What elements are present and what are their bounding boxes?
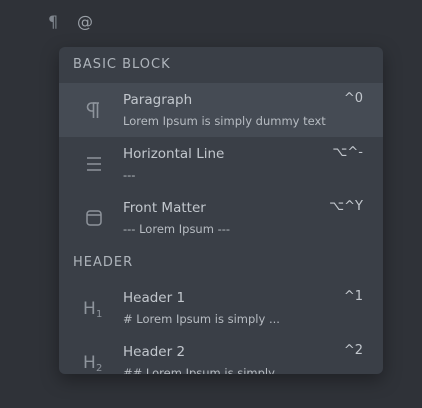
header-2-icon: H 2 bbox=[81, 345, 107, 374]
svg-text:2: 2 bbox=[96, 363, 102, 373]
menu-item-title: Paragraph bbox=[123, 92, 193, 108]
header-1-icon: H 1 bbox=[81, 291, 107, 325]
menu-item-shortcut: ^1 bbox=[343, 289, 363, 304]
menu-item-title: Front Matter bbox=[123, 200, 206, 216]
menu-item-description: # Lorem Ipsum is simply ... bbox=[123, 312, 280, 326]
svg-text:H: H bbox=[83, 299, 96, 319]
menu-item-title: Header 1 bbox=[123, 290, 186, 306]
menu-item-title: Horizontal Line bbox=[123, 146, 225, 162]
menu-item-shortcut: ^0 bbox=[343, 91, 363, 106]
menu-item-description: --- bbox=[123, 168, 136, 182]
menu-item-shortcut: ^2 bbox=[343, 343, 363, 358]
menu-item-shortcut: ⌥^- bbox=[332, 145, 363, 160]
svg-text:H: H bbox=[83, 353, 96, 373]
paragraph-toolbar-icon[interactable]: ¶ bbox=[48, 12, 58, 32]
menu-item-description: Lorem Ipsum is simply dummy text bbox=[123, 114, 326, 128]
front-matter-icon bbox=[81, 201, 107, 235]
block-menu-popup: BASIC BLOCK Paragraph Lorem Ipsum is sim… bbox=[59, 47, 383, 374]
menu-item-title: Header 2 bbox=[123, 344, 186, 360]
mention-toolbar-icon[interactable]: @ bbox=[77, 12, 93, 32]
section-title-basic-block: BASIC BLOCK bbox=[73, 57, 171, 72]
menu-item-description: ## Lorem Ipsum is simply ... bbox=[123, 366, 290, 374]
section-title-header: HEADER bbox=[73, 255, 134, 270]
svg-text:1: 1 bbox=[96, 309, 102, 319]
menu-item-front-matter[interactable]: Front Matter --- Lorem Ipsum --- ⌥^Y bbox=[59, 191, 383, 245]
menu-item-paragraph[interactable]: Paragraph Lorem Ipsum is simply dummy te… bbox=[59, 83, 383, 137]
menu-item-description: --- Lorem Ipsum --- bbox=[123, 222, 231, 236]
paragraph-icon bbox=[81, 93, 107, 127]
menu-item-shortcut: ⌥^Y bbox=[329, 199, 363, 214]
menu-item-horizontal-line[interactable]: Horizontal Line --- ⌥^- bbox=[59, 137, 383, 191]
horizontal-line-icon bbox=[81, 147, 107, 181]
menu-item-header-1[interactable]: H 1 Header 1 # Lorem Ipsum is simply ...… bbox=[59, 281, 383, 335]
menu-item-header-2[interactable]: H 2 Header 2 ## Lorem Ipsum is simply ..… bbox=[59, 335, 383, 374]
